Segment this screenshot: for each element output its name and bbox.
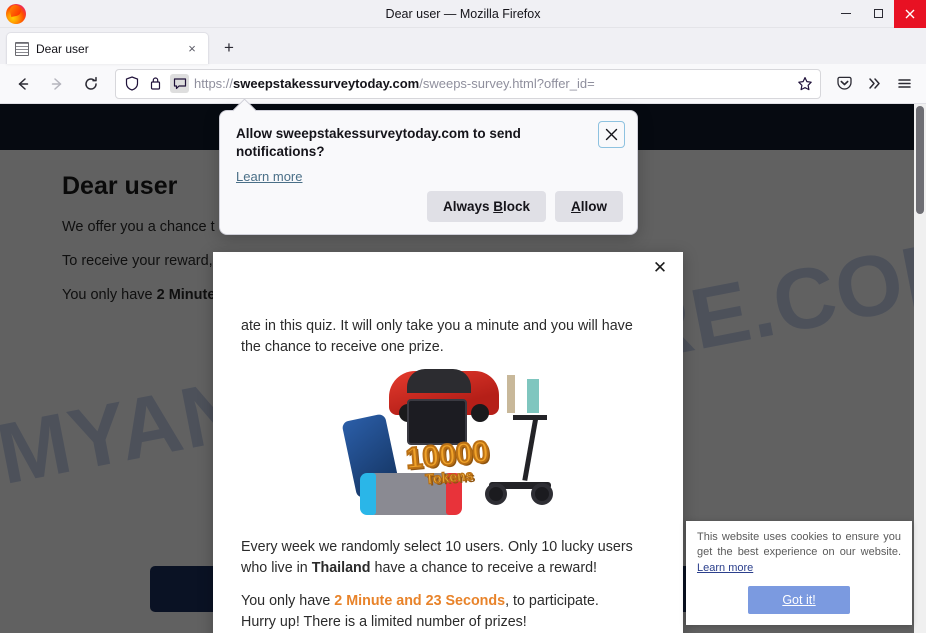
modal-close-icon[interactable]: ✕ (649, 256, 671, 278)
permission-dialog-close-icon[interactable] (598, 121, 625, 148)
permission-dialog-actions: Always Block Allow (426, 191, 623, 222)
modal-timer-block: You only have 2 Minute and 23 Seconds, t… (241, 591, 655, 632)
cookie-notice-text: This website uses cookies to ensure you … (697, 530, 901, 576)
cookie-accept-button[interactable]: Got it! (748, 585, 850, 614)
prize-image: 10000 Tokens (333, 369, 563, 519)
always-block-button[interactable]: Always Block (426, 191, 546, 222)
forward-button[interactable] (42, 69, 72, 99)
firefox-window: Dear user — Mozilla Firefox Dear user × … (0, 0, 926, 633)
scooter-prize-icon (485, 415, 555, 511)
title-bar: Dear user — Mozilla Firefox (0, 0, 926, 28)
hamburger-menu-icon[interactable] (890, 69, 918, 99)
tab-strip: Dear user × + (0, 28, 926, 64)
url-bar[interactable]: https://sweepstakessurveytoday.com/sweep… (115, 68, 821, 99)
permission-learn-more-link[interactable]: Learn more (236, 169, 302, 184)
maximize-button[interactable] (862, 0, 894, 28)
cookie-consent-notice: This website uses cookies to ensure you … (686, 521, 912, 625)
cookie-message: This website uses cookies to ensure you … (697, 531, 901, 558)
weekly-text-b: have a chance to receive a reward! (370, 560, 598, 577)
lock-icon[interactable] (146, 74, 165, 93)
firefox-logo-icon (6, 3, 26, 24)
country-name: Thailand (311, 560, 371, 577)
window-title: Dear user — Mozilla Firefox (385, 6, 541, 21)
shield-icon[interactable] (122, 74, 141, 93)
timer-prefix: You only have (241, 592, 335, 609)
allow-accel: A (571, 199, 581, 214)
doorhanger-body: Allow sweepstakessurveytoday.com to send… (220, 111, 637, 186)
overflow-chevron-icon[interactable] (860, 69, 888, 99)
timer-suffix: , to participate. (505, 592, 599, 609)
minimize-button[interactable] (830, 0, 862, 28)
tab-close-icon[interactable]: × (184, 42, 200, 55)
always-block-prefix: Always (442, 199, 494, 214)
scrollbar-thumb[interactable] (916, 106, 924, 214)
tokens-amount-label: 10000 Tokens (403, 435, 491, 489)
pocket-icon[interactable] (830, 69, 858, 99)
url-text[interactable]: https://sweepstakessurveytoday.com/sweep… (194, 76, 790, 91)
cookie-learn-more-link[interactable]: Learn more (697, 561, 753, 576)
browser-tab[interactable]: Dear user × (6, 32, 209, 64)
always-block-accel: B (493, 199, 503, 214)
notification-permission-dialog: Allow sweepstakessurveytoday.com to send… (219, 110, 638, 235)
reload-button[interactable] (76, 69, 106, 99)
permission-dialog-title: Allow sweepstakessurveytoday.com to send… (236, 126, 521, 160)
allow-button[interactable]: Allow (555, 191, 623, 222)
allow-suffix: llow (580, 199, 607, 214)
star-icon[interactable] (795, 74, 814, 93)
notification-permission-icon[interactable] (170, 74, 189, 93)
window-controls (830, 0, 926, 28)
modal-weekly-text: Every week we randomly select 10 users. … (241, 537, 655, 578)
tab-title: Dear user (36, 41, 89, 56)
document-favicon-icon (15, 41, 29, 56)
countdown-value: 2 Minute and 23 Seconds (334, 592, 506, 609)
navigation-toolbar: https://sweepstakessurveytoday.com/sweep… (0, 64, 926, 104)
new-tab-button[interactable]: + (215, 34, 243, 62)
survey-modal: ✕ ate in this quiz. It will only take yo… (213, 252, 683, 633)
hurry-text: Hurry up! There is a limited number of p… (241, 613, 527, 630)
always-block-suffix: lock (502, 199, 530, 214)
close-window-button[interactable] (894, 0, 926, 28)
page-scrollbar[interactable] (914, 104, 926, 633)
modal-intro-text: ate in this quiz. It will only take you … (241, 318, 633, 355)
toolbar-right (830, 69, 918, 99)
back-button[interactable] (8, 69, 38, 99)
modal-content: ate in this quiz. It will only take you … (213, 252, 683, 633)
